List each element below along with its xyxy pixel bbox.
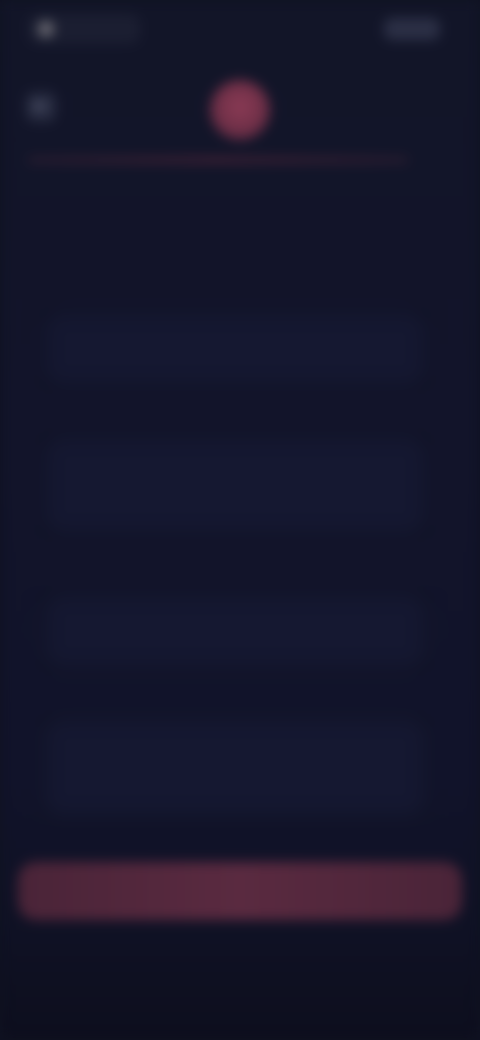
status-bar — [0, 0, 480, 60]
feature-card[interactable] — [38, 588, 432, 674]
feature-card[interactable] — [38, 306, 432, 392]
app-screen: ← — [0, 0, 480, 1040]
status-pill — [28, 14, 140, 44]
status-dot-icon — [38, 21, 54, 37]
status-right-pill — [384, 18, 440, 40]
accent-divider — [28, 158, 408, 162]
feature-card[interactable] — [38, 712, 432, 822]
feature-card[interactable] — [38, 430, 432, 540]
primary-cta-button[interactable] — [18, 862, 462, 920]
bottom-fade — [0, 940, 480, 1040]
back-arrow-icon: ← — [33, 96, 49, 117]
back-button[interactable]: ← — [26, 92, 56, 122]
hero-avatar — [210, 80, 270, 140]
